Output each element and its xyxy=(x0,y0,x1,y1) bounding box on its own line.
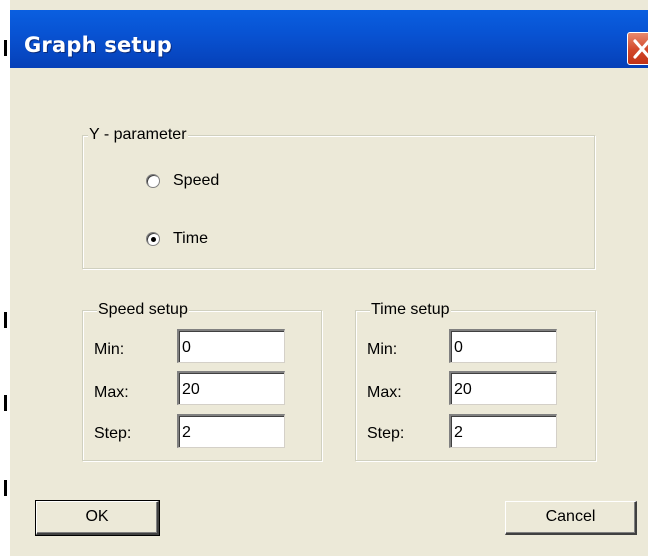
speed-step-label: Step: xyxy=(94,425,132,442)
graph-setup-dialog: Graph setup Y - parameter Speed Time Spe… xyxy=(0,0,648,556)
time-radio-button[interactable] xyxy=(146,232,160,246)
time-setup-group-label: Time setup xyxy=(370,300,451,320)
time-radio-label[interactable]: Time xyxy=(173,229,208,249)
ok-button[interactable]: OK xyxy=(35,500,160,536)
close-button[interactable] xyxy=(627,32,648,65)
time-max-input[interactable] xyxy=(449,371,557,405)
time-min-label: Min: xyxy=(367,341,398,358)
speed-setup-group-label: Speed setup xyxy=(97,300,189,320)
radio-selected-dot xyxy=(151,237,156,242)
time-step-label: Step: xyxy=(367,425,405,442)
time-max-label: Max: xyxy=(367,384,402,401)
speed-min-input[interactable] xyxy=(177,329,285,363)
window-title: Graph setup xyxy=(24,33,173,57)
time-min-input[interactable] xyxy=(449,329,557,363)
speed-max-label: Max: xyxy=(94,384,129,401)
speed-setup-group: Speed setup Min: Max: Step: xyxy=(82,300,322,461)
y-parameter-group: Y - parameter Speed Time xyxy=(82,125,595,269)
speed-min-label: Min: xyxy=(94,341,125,358)
close-icon xyxy=(633,39,648,59)
speed-step-input[interactable] xyxy=(177,414,285,448)
time-setup-group: Time setup Min: Max: Step: xyxy=(355,300,596,461)
speed-radio-label[interactable]: Speed xyxy=(173,171,219,191)
speed-radio-button[interactable] xyxy=(146,174,160,188)
speed-max-input[interactable] xyxy=(177,371,285,405)
y-parameter-group-label: Y - parameter xyxy=(88,125,188,145)
time-step-input[interactable] xyxy=(449,414,557,448)
title-bar[interactable]: Graph setup xyxy=(10,10,648,68)
left-window-edge xyxy=(0,0,10,556)
cancel-button[interactable]: Cancel xyxy=(505,501,637,535)
